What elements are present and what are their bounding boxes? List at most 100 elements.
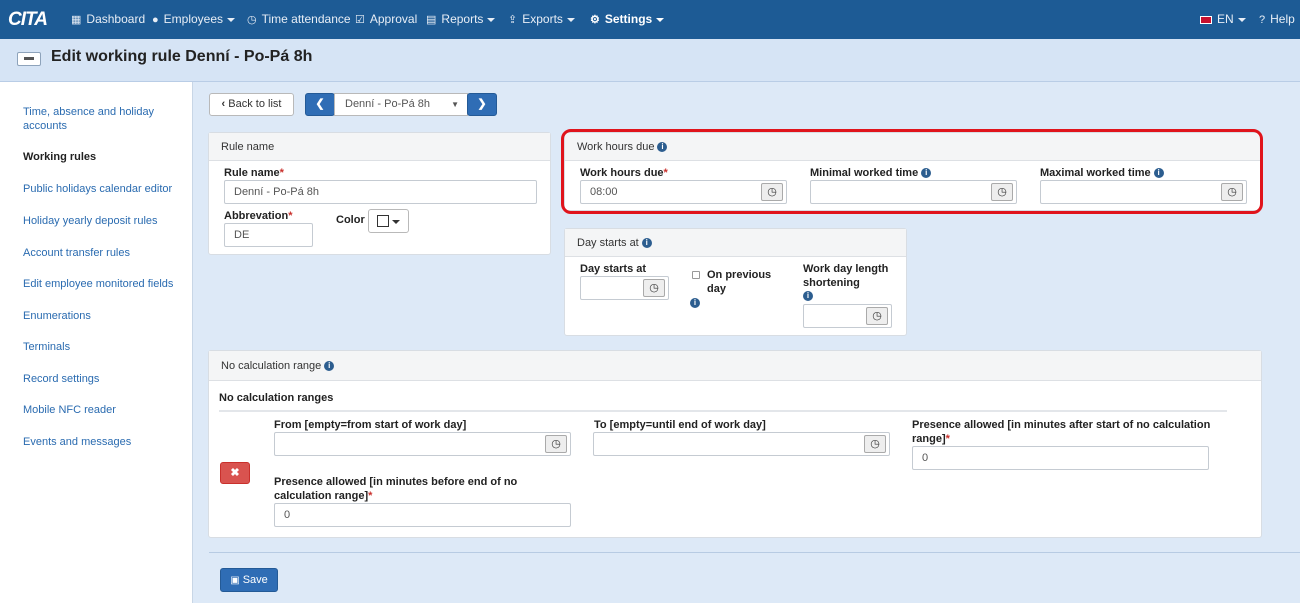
next-rule-button[interactable]: ❯: [467, 93, 497, 116]
gear-icon: ⚙: [590, 14, 600, 26]
sidebar-item-nfc-reader[interactable]: Mobile NFC reader: [23, 403, 183, 417]
chevron-down-icon: [656, 17, 665, 22]
nav-employees-label: Employees: [163, 12, 224, 26]
color-picker[interactable]: [368, 209, 409, 233]
presence-before-label-text: Presence allowed [in minutes before end …: [274, 476, 518, 502]
chevron-down-icon: [227, 17, 236, 22]
clock-icon[interactable]: ◷: [866, 307, 888, 325]
to-input[interactable]: [593, 432, 890, 456]
presence-after-label-text: Presence allowed [in minutes after start…: [912, 419, 1211, 445]
chevron-down-icon: [1237, 17, 1246, 22]
clock-icon[interactable]: ◷: [643, 279, 665, 297]
export-icon: ⇪: [508, 14, 518, 26]
uk-flag-icon: [1200, 16, 1212, 24]
rule-name-input[interactable]: Denní - Po-Pá 8h: [224, 180, 537, 204]
nav-exports[interactable]: ⇪ Exports: [508, 0, 575, 39]
rule-name-panel-title: Rule name: [209, 133, 550, 161]
sidebar-item-enumerations[interactable]: Enumerations: [23, 309, 183, 323]
divider: [219, 410, 1227, 412]
nav-settings[interactable]: ⚙ Settings: [590, 0, 665, 39]
nav-employees[interactable]: ● Employees: [152, 0, 236, 39]
required-marker: *: [945, 433, 950, 445]
no-calculation-panel-title: No calculation range i: [209, 351, 1261, 381]
to-label: To [empty=until end of work day]: [594, 419, 766, 431]
info-icon[interactable]: i: [803, 291, 813, 301]
keyboard-icon: [17, 52, 41, 66]
abbreviation-label-text: Abbrevation: [224, 210, 289, 222]
save-button[interactable]: ▣ Save: [220, 568, 278, 592]
sidebar-item-record-settings[interactable]: Record settings: [23, 372, 183, 386]
dropdown-arrow-icon: ▼: [451, 100, 459, 109]
remove-range-button[interactable]: ✖: [220, 462, 250, 484]
rule-select[interactable]: Denní - Po-Pá 8h ▼: [334, 93, 468, 116]
floppy-disk-icon: ▣: [230, 575, 240, 586]
presence-after-label: Presence allowed [in minutes after start…: [912, 418, 1222, 446]
grid-icon: ▦: [71, 14, 82, 26]
question-icon: ?: [1259, 14, 1266, 26]
page-title: Edit working rule Denní - Po-Pá 8h: [51, 48, 313, 65]
chevron-left-icon: ‹: [221, 98, 226, 110]
rule-name-label: Rule name*: [224, 166, 284, 180]
clock-icon[interactable]: ◷: [545, 435, 567, 453]
app-logo[interactable]: CITA: [8, 9, 48, 31]
sidebar-item-working-rules[interactable]: Working rules: [23, 150, 183, 164]
rule-name-panel: Rule name Rule name* Denní - Po-Pá 8h Ab…: [208, 132, 551, 255]
back-to-list-button[interactable]: ‹ Back to list: [209, 93, 294, 116]
sidebar-item-holiday-deposit[interactable]: Holiday yearly deposit rules: [23, 214, 183, 228]
sidebar-item-holidays-calendar[interactable]: Public holidays calendar editor: [23, 182, 183, 196]
no-calculation-subtitle: No calculation ranges: [219, 392, 334, 404]
nav-exports-label: Exports: [522, 12, 563, 26]
color-swatch: [377, 215, 389, 227]
back-to-list-label: Back to list: [228, 98, 282, 110]
chevron-down-icon: [487, 17, 496, 22]
sidebar-item-events-messages[interactable]: Events and messages: [23, 435, 183, 449]
info-icon[interactable]: i: [324, 361, 335, 371]
sidebar-item-terminals[interactable]: Terminals: [23, 340, 183, 354]
nav-time-attendance[interactable]: ◷ Time attendance: [247, 0, 351, 39]
day-starts-panel: Day starts at i Day starts at ◷ On previo…: [564, 228, 907, 336]
language-selector[interactable]: EN: [1200, 0, 1246, 39]
no-calculation-panel: No calculation range i No calculation ran…: [208, 350, 1262, 538]
shortening-label: Work day length shortening: [803, 263, 889, 289]
presence-before-label: Presence allowed [in minutes before end …: [274, 475, 544, 503]
info-icon[interactable]: i: [690, 298, 700, 308]
chevron-down-icon: [392, 220, 400, 224]
sidebar-item-account-transfer[interactable]: Account transfer rules: [23, 246, 183, 260]
previous-day-checkbox[interactable]: [692, 271, 700, 279]
color-label: Color: [336, 214, 365, 226]
presence-before-input[interactable]: 0: [274, 503, 571, 527]
abbreviation-input[interactable]: DE: [224, 223, 313, 247]
nav-settings-label: Settings: [604, 12, 653, 26]
required-marker: *: [368, 490, 373, 502]
nav-approval[interactable]: ☑ Approval: [355, 0, 417, 39]
from-input[interactable]: [274, 432, 571, 456]
clock-icon: ◷: [247, 14, 257, 26]
required-marker: *: [279, 167, 284, 179]
printer-icon: ▤: [426, 14, 437, 26]
no-calculation-title-text: No calculation range: [221, 360, 322, 372]
nav-reports[interactable]: ▤ Reports: [426, 0, 496, 39]
help-link[interactable]: ? Help: [1259, 0, 1295, 39]
from-label: From [empty=from start of work day]: [274, 419, 467, 431]
chevron-right-icon: ❯: [477, 98, 487, 110]
rule-select-value: Denní - Po-Pá 8h: [345, 98, 430, 110]
clock-icon[interactable]: ◷: [864, 435, 886, 453]
chevron-left-icon: ❮: [315, 98, 325, 110]
sidebar: Time, absence and holiday accounts Worki…: [0, 82, 193, 603]
sidebar-item-monitored-fields[interactable]: Edit employee monitored fields: [23, 277, 183, 291]
rule-name-label-text: Rule name: [224, 167, 280, 179]
language-label: EN: [1217, 12, 1234, 26]
nav-dashboard-label: Dashboard: [86, 12, 146, 26]
help-label: Help: [1270, 12, 1295, 26]
check-icon: ☑: [355, 14, 365, 26]
footer-divider: [209, 552, 1300, 553]
day-starts-label: Day starts at: [580, 263, 647, 275]
info-icon[interactable]: i: [641, 238, 652, 248]
nav-dashboard[interactable]: ▦ Dashboard: [71, 0, 145, 39]
save-label: Save: [242, 574, 268, 586]
sidebar-item-accounts[interactable]: Time, absence and holiday accounts: [23, 105, 183, 133]
presence-after-input[interactable]: 0: [912, 446, 1209, 470]
nav-approval-label: Approval: [369, 12, 418, 26]
abbreviation-label: Abbrevation*: [224, 209, 292, 223]
previous-rule-button[interactable]: ❮: [305, 93, 335, 116]
